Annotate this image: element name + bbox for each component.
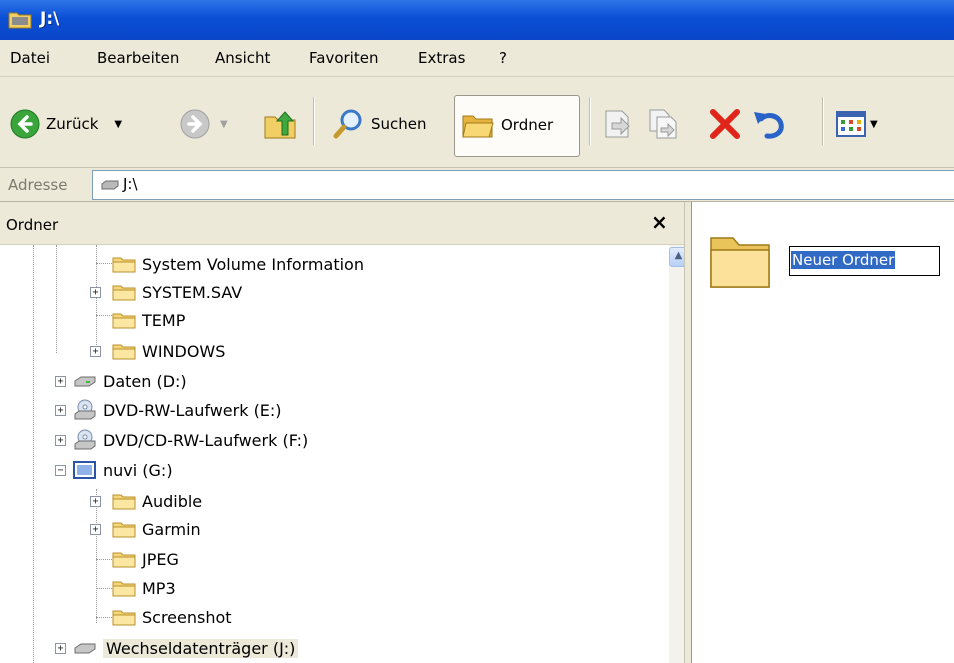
hard-drive-icon: [74, 376, 96, 387]
window-title: J:\: [40, 9, 60, 29]
folder-window-icon: [8, 12, 32, 29]
address-value: J:\: [123, 175, 138, 193]
tree-item-label: Garmin: [142, 519, 201, 539]
tree-item-temp[interactable]: TEMP: [112, 307, 185, 333]
folder-icon: [112, 522, 136, 538]
folder-icon: [112, 581, 136, 597]
tree-item-dvd-rw-e[interactable]: DVD-RW-Laufwerk (E:): [73, 397, 282, 423]
tree-scrollbar[interactable]: ▲: [669, 245, 688, 663]
back-arrow-icon: [10, 109, 40, 139]
expand-icon[interactable]: +: [90, 346, 101, 357]
new-folder-name: Neuer Ordner: [791, 251, 896, 269]
folder-icon: [112, 285, 136, 301]
expand-icon[interactable]: +: [55, 643, 66, 654]
expand-icon[interactable]: +: [90, 287, 101, 298]
tree-item-screenshot[interactable]: Screenshot: [112, 604, 232, 630]
dvd-drive-icon: [74, 429, 96, 450]
tree-item-label: WINDOWS: [142, 341, 226, 361]
expand-icon[interactable]: +: [55, 435, 66, 446]
collapse-icon[interactable]: −: [55, 465, 66, 476]
tree-item-audible[interactable]: Audible: [112, 488, 202, 514]
menu-favoriten[interactable]: Favoriten: [309, 49, 378, 67]
forward-arrow-icon: [180, 109, 210, 139]
folders-button[interactable]: Ordner: [454, 95, 580, 157]
copy-to-icon[interactable]: [646, 107, 680, 141]
toolbar: Zurück ▼ ▼ Suchen Ordner ▼: [0, 77, 954, 168]
tree-item-label: JPEG: [142, 549, 179, 569]
tree-item-wechseldatentraeger-j[interactable]: Wechseldatenträger (J:): [73, 635, 299, 661]
tree-item-label: nuvi (G:): [103, 460, 173, 480]
tree-item-mp3[interactable]: MP3: [112, 575, 176, 601]
tree-item-label: Daten (D:): [103, 371, 187, 391]
address-label: Adresse: [8, 176, 68, 194]
tree-item-label: System Volume Information: [142, 254, 364, 274]
menu-bar: Datei Bearbeiten Ansicht Favoriten Extra…: [0, 40, 954, 77]
back-dropdown-icon[interactable]: ▼: [114, 119, 122, 130]
menu-help[interactable]: ?: [499, 49, 507, 67]
folder-icon: [112, 610, 136, 626]
views-button[interactable]: ▼: [836, 111, 878, 137]
tree-item-dvd-cd-rw-f[interactable]: DVD/CD-RW-Laufwerk (F:): [73, 427, 308, 453]
tree-item-label: SYSTEM.SAV: [142, 282, 243, 302]
rename-field[interactable]: Neuer Ordner: [789, 246, 940, 276]
views-dropdown-icon: ▼: [870, 118, 878, 130]
folders-icon: [462, 115, 494, 138]
menu-extras[interactable]: Extras: [418, 49, 465, 67]
back-label: Zurück: [46, 115, 99, 133]
delete-icon[interactable]: [708, 107, 742, 141]
menu-datei[interactable]: Datei: [10, 49, 50, 67]
tree-item-nuvi-g[interactable]: nuvi (G:): [73, 457, 173, 483]
back-button[interactable]: Zurück ▼: [10, 109, 122, 139]
forward-button[interactable]: ▼: [180, 109, 228, 139]
folder-pane-title: Ordner: [6, 216, 59, 234]
removable-drive-icon: [101, 180, 119, 190]
tree-item-label: Audible: [142, 491, 203, 511]
tree-item-label: DVD/CD-RW-Laufwerk (F:): [103, 430, 309, 450]
tree-item-system-sav[interactable]: SYSTEM.SAV: [112, 279, 242, 305]
expand-icon[interactable]: +: [90, 496, 101, 507]
folder-pane-header: Ordner ×: [0, 202, 684, 245]
search-button[interactable]: Suchen: [333, 108, 427, 140]
pane-splitter[interactable]: [684, 202, 692, 663]
expand-icon[interactable]: +: [55, 376, 66, 387]
views-icon: [836, 111, 866, 137]
undo-icon[interactable]: [751, 107, 787, 141]
folder-icon: [112, 344, 136, 360]
folder-icon[interactable]: [707, 228, 773, 292]
address-bar: Adresse J:\: [0, 168, 954, 202]
folder-icon: [112, 257, 136, 273]
title-bar: J:\: [0, 0, 954, 40]
up-folder-icon[interactable]: [262, 107, 298, 141]
search-icon: [333, 109, 362, 139]
menu-bearbeiten[interactable]: Bearbeiten: [97, 49, 179, 67]
dvd-drive-icon: [74, 399, 96, 420]
address-field[interactable]: J:\: [92, 170, 954, 200]
expand-icon[interactable]: +: [90, 524, 101, 535]
device-icon: [73, 461, 96, 479]
tree-item-label: DVD-RW-Laufwerk (E:): [103, 400, 282, 420]
folders-label: Ordner: [501, 116, 554, 134]
folder-icon: [112, 552, 136, 568]
forward-dropdown-icon[interactable]: ▼: [220, 119, 228, 130]
tree-item-windows[interactable]: WINDOWS: [112, 338, 225, 364]
folder-icon: [112, 494, 136, 510]
tree-item-garmin[interactable]: Garmin: [112, 516, 201, 542]
folder-tree: System Volume Information + SYSTEM.SAV T…: [0, 245, 669, 663]
tree-item-label: MP3: [142, 578, 176, 598]
close-icon[interactable]: ×: [651, 210, 668, 234]
search-label: Suchen: [371, 115, 427, 133]
folder-icon: [112, 313, 136, 329]
menu-ansicht[interactable]: Ansicht: [215, 49, 270, 67]
file-list: Neuer Ordner: [692, 202, 954, 663]
tree-item-label: Screenshot: [142, 607, 232, 627]
tree-item-label: Wechseldatenträger (J:): [103, 638, 299, 658]
removable-drive-icon: [74, 643, 96, 654]
tree-item-system-volume-information[interactable]: System Volume Information: [112, 251, 364, 277]
expand-icon[interactable]: +: [55, 405, 66, 416]
move-to-icon[interactable]: [600, 107, 634, 141]
tree-item-jpeg[interactable]: JPEG: [112, 546, 179, 572]
tree-item-label: TEMP: [142, 310, 186, 330]
tree-item-daten-d[interactable]: Daten (D:): [73, 368, 187, 394]
